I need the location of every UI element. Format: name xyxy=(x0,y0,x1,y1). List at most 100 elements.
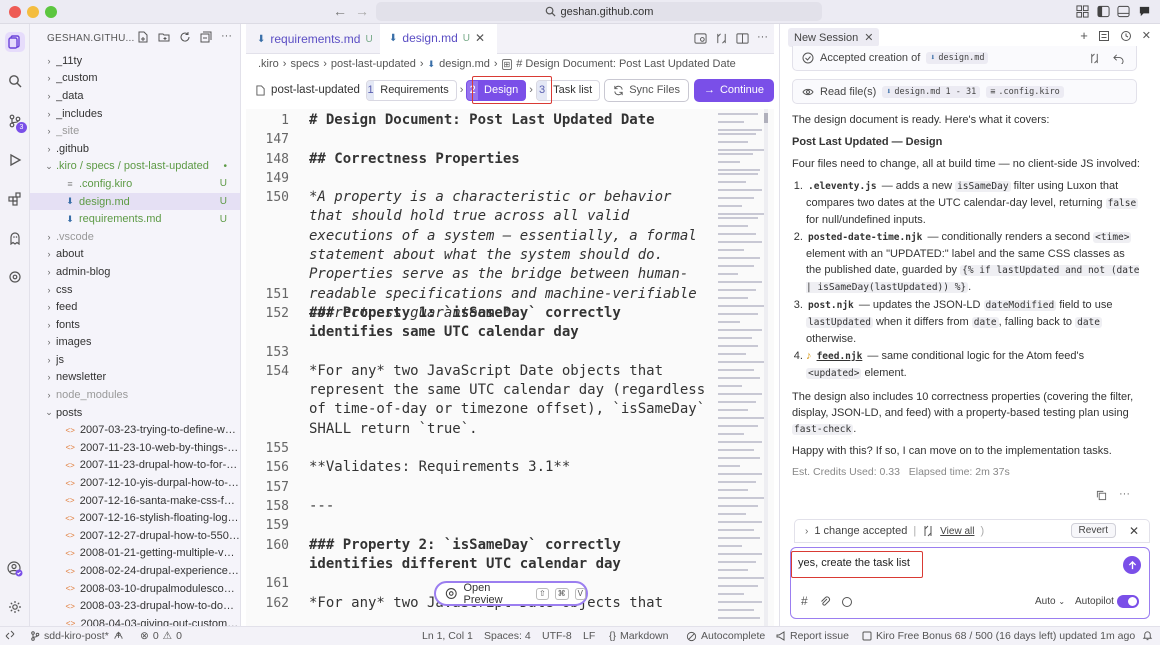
tree-folder[interactable]: › feed xyxy=(30,298,240,316)
tree-file[interactable]: <> 2008-04-03-giving-out-custom-r... xyxy=(30,615,240,626)
activity-kiro[interactable] xyxy=(5,32,25,52)
maximize-window-button[interactable] xyxy=(45,6,57,18)
encoding[interactable]: UTF-8 xyxy=(542,630,572,642)
compare-icon[interactable] xyxy=(715,32,728,45)
tree-folder[interactable]: › _custom xyxy=(30,70,240,88)
autocomplete-toggle[interactable]: Autocomplete xyxy=(686,630,765,642)
remote-indicator[interactable] xyxy=(5,630,15,640)
minimap[interactable] xyxy=(714,109,768,626)
report-issue[interactable]: Report issue xyxy=(776,630,849,642)
session-tab[interactable]: New Session ✕ xyxy=(788,28,880,47)
breadcrumb-item[interactable]: specs xyxy=(290,58,319,70)
tree-folder[interactable]: › fonts xyxy=(30,316,240,334)
split-editor-icon[interactable] xyxy=(736,32,749,45)
tree-file[interactable]: <> 2008-03-23-drupal-how-to-down... xyxy=(30,597,240,615)
new-session-icon[interactable]: + xyxy=(1080,29,1088,42)
tree-file[interactable]: <> 2007-11-23-drupal-how-to-for-be... xyxy=(30,457,240,475)
breadcrumb-item[interactable]: .kiro xyxy=(258,58,279,70)
tree-folder[interactable]: › .vscode xyxy=(30,228,240,246)
tree-file[interactable]: <> 2008-02-24-drupal-experience-s... xyxy=(30,562,240,580)
activity-run-debug[interactable] xyxy=(5,150,25,170)
toggle-sidebar-icon[interactable] xyxy=(1097,5,1110,18)
indentation[interactable]: Spaces: 4 xyxy=(484,630,531,642)
tree-folder[interactable]: › newsletter xyxy=(30,369,240,387)
command-center-search[interactable]: geshan.github.com xyxy=(376,2,822,21)
new-folder-icon[interactable] xyxy=(158,31,170,43)
code-editor[interactable]: 1 # Design Document: Post Last Updated Da… xyxy=(246,109,774,626)
more-actions-icon[interactable]: ··· xyxy=(757,32,768,45)
activity-account[interactable] xyxy=(5,559,25,579)
tree-folder[interactable]: › _11ty xyxy=(30,52,240,70)
sync-files-button[interactable]: Sync Files xyxy=(604,78,689,102)
chevron-right-icon[interactable]: › xyxy=(805,526,808,537)
open-preview-button[interactable]: Open Preview ⇧ ⌘ V xyxy=(434,581,588,606)
forward-arrow-icon[interactable]: → xyxy=(355,3,369,19)
tree-file[interactable]: <> 2007-03-23-trying-to-define-web... xyxy=(30,421,240,439)
revert-button[interactable]: Revert xyxy=(1070,523,1116,538)
activity-settings[interactable] xyxy=(5,597,25,617)
more-actions-icon[interactable]: ··· xyxy=(1119,488,1130,500)
tree-file[interactable]: <> 2007-12-10-yis-durpal-how-to-m... xyxy=(30,474,240,492)
dismiss-icon[interactable]: ✕ xyxy=(1129,524,1139,538)
tree-folder[interactable]: › _includes xyxy=(30,105,240,123)
activity-kiro-ghost[interactable] xyxy=(5,228,25,248)
toggle-panel-icon[interactable] xyxy=(1117,5,1130,18)
customize-layout-icon[interactable] xyxy=(1076,5,1089,18)
breadcrumb-item[interactable]: post-last-updated xyxy=(331,58,416,70)
tree-folder[interactable]: › about xyxy=(30,246,240,264)
tree-file[interactable]: <> 2007-12-16-stylish-floating-login-... xyxy=(30,509,240,527)
tree-folder[interactable]: ⌄ posts xyxy=(30,404,240,422)
breadcrumb-item[interactable]: # Design Document: Post Last Updated Dat… xyxy=(516,58,736,70)
autopilot-toggle[interactable] xyxy=(1117,595,1139,608)
tree-folder[interactable]: › _site xyxy=(30,122,240,140)
tree-file[interactable]: <> 2007-12-16-santa-make-css-fully... xyxy=(30,492,240,510)
view-all-link[interactable]: View all xyxy=(940,526,974,537)
hash-context-icon[interactable]: # xyxy=(801,594,808,608)
minimize-window-button[interactable] xyxy=(27,6,39,18)
plan-usage[interactable]: Kiro Free Bonus 68 / 500 (16 days left) … xyxy=(862,630,1135,642)
cursor-position[interactable]: Ln 1, Col 1 xyxy=(422,630,473,642)
tree-file[interactable]: <> 2007-11-23-10-web-by-things-te... xyxy=(30,439,240,457)
branch-indicator[interactable]: sdd-kiro-post* xyxy=(30,630,124,642)
tree-file[interactable]: <> 2008-01-21-getting-multiple-valu... xyxy=(30,545,240,563)
close-tab-icon[interactable]: ✕ xyxy=(475,31,485,45)
file-chip[interactable]: ≡ .config.kiro xyxy=(986,85,1064,98)
undo-icon[interactable] xyxy=(1113,53,1124,64)
tree-file[interactable]: ⬇ design.md U xyxy=(30,192,240,211)
tree-folder[interactable]: ⌄ .kiro / specs / post-last-updated • xyxy=(30,158,240,176)
activity-remote[interactable] xyxy=(5,267,25,287)
activity-source-control[interactable]: 3 xyxy=(5,111,27,133)
back-arrow-icon[interactable]: ← xyxy=(333,3,347,19)
notifications-bell[interactable] xyxy=(1142,630,1153,641)
tree-folder[interactable]: › admin-blog xyxy=(30,263,240,281)
tree-folder[interactable]: › css xyxy=(30,281,240,299)
close-window-button[interactable] xyxy=(9,6,21,18)
open-preview-icon[interactable] xyxy=(694,32,707,45)
close-icon[interactable]: ✕ xyxy=(864,31,873,44)
continue-button[interactable]: → Continue xyxy=(693,78,774,102)
tab-requirements-md[interactable]: ⬇ requirements.md U xyxy=(248,24,382,54)
attach-icon[interactable] xyxy=(819,596,831,608)
chat-bubble-icon[interactable] xyxy=(1138,5,1151,18)
history-icon[interactable] xyxy=(1120,30,1132,42)
tree-folder[interactable]: › js xyxy=(30,351,240,369)
mode-select[interactable]: Auto ⌄ xyxy=(1035,596,1065,607)
end-of-line[interactable]: LF xyxy=(583,630,595,642)
file-chip[interactable]: ⬇ design.md 1 - 31 xyxy=(882,85,981,98)
tab-design-md[interactable]: ⬇ design.md U ✕ xyxy=(380,24,497,54)
step-requirements[interactable]: 1 Requirements xyxy=(365,79,457,101)
refresh-icon[interactable] xyxy=(179,31,191,43)
tree-folder[interactable]: › images xyxy=(30,334,240,352)
tree-folder[interactable]: › node_modules xyxy=(30,386,240,404)
send-button[interactable] xyxy=(1123,556,1141,574)
problems-indicator[interactable]: ⊗ 0 ⚠ 0 xyxy=(140,630,182,642)
copy-icon[interactable] xyxy=(1096,490,1107,501)
tree-folder[interactable]: › .github xyxy=(30,140,240,158)
tree-folder[interactable]: › _data xyxy=(30,87,240,105)
tree-file[interactable]: ≡ .config.kiro U xyxy=(30,175,240,193)
tree-file[interactable]: <> 2007-12-27-drupal-how-to-550-d... xyxy=(30,527,240,545)
activity-extensions[interactable] xyxy=(5,189,25,209)
file-name[interactable]: feed.njk xyxy=(815,351,865,362)
compare-icon[interactable] xyxy=(1089,53,1100,64)
breadcrumb-item[interactable]: design.md xyxy=(439,58,490,70)
